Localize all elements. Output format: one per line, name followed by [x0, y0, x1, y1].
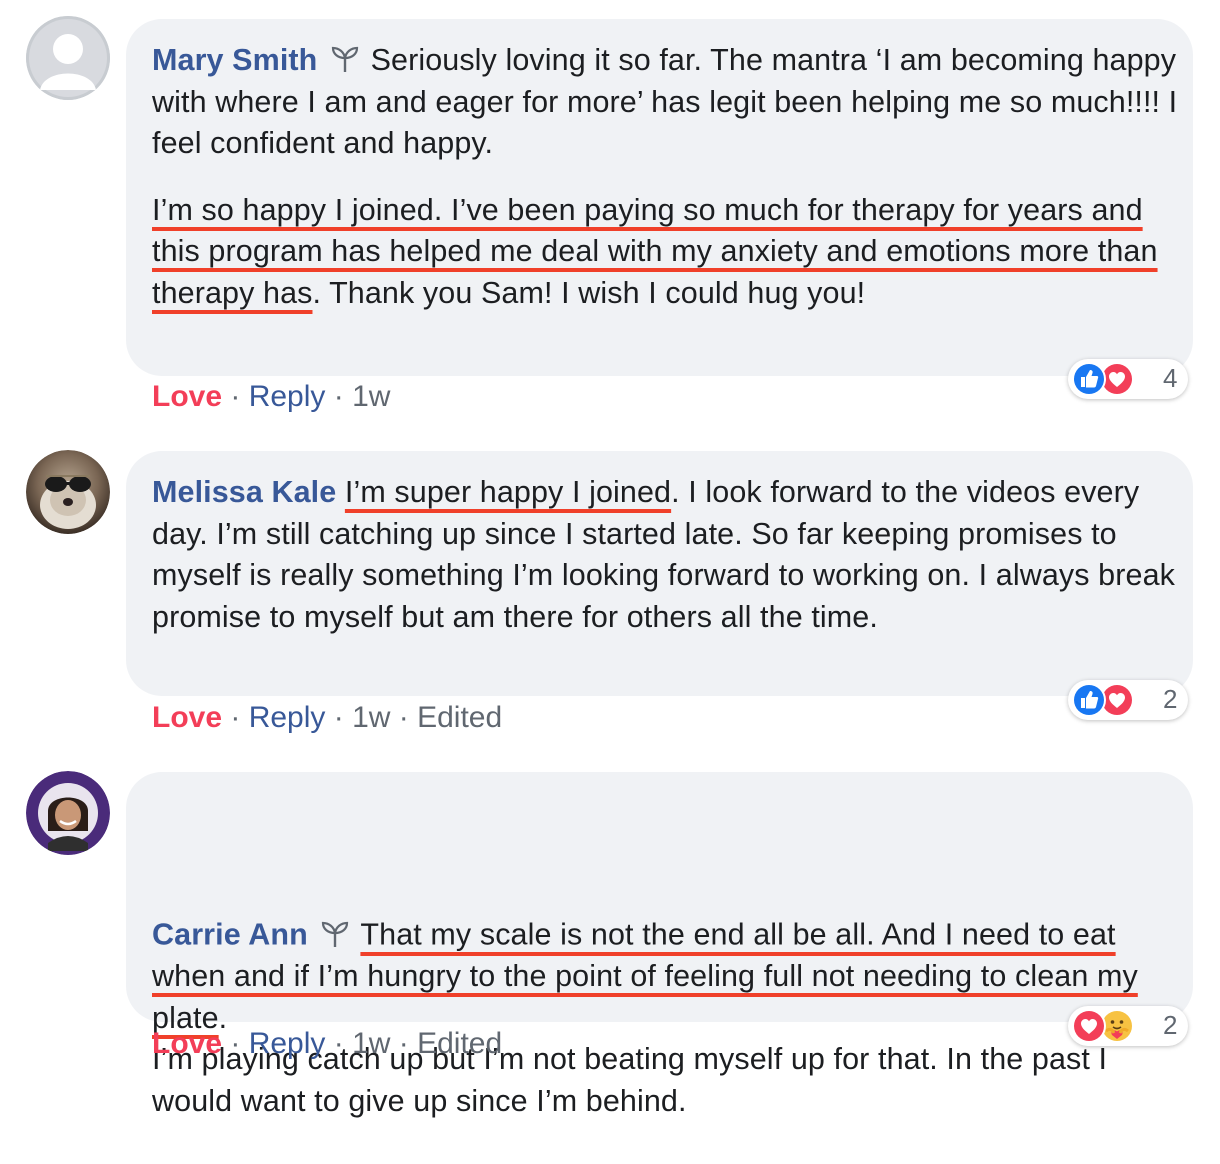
user-photo-avatar	[26, 771, 110, 855]
author-name[interactable]: Carrie Ann	[152, 918, 308, 952]
heart-icon	[1072, 1009, 1106, 1043]
love-button[interactable]: Love	[152, 380, 222, 413]
love-button[interactable]: Love	[152, 701, 222, 734]
reply-button[interactable]: Reply	[249, 701, 326, 734]
author-name[interactable]: Mary Smith	[152, 43, 317, 77]
reaction-count: 2	[1163, 684, 1178, 714]
comment-actions: Love · Reply · 1w · Edited	[152, 1027, 503, 1060]
avatar[interactable]	[26, 771, 110, 855]
comment-actions: Love · Reply · 1w · Edited	[152, 701, 503, 734]
love-button[interactable]: Love	[152, 1027, 222, 1060]
comment-text: Carrie Ann That my scale is not the end …	[152, 793, 1182, 1164]
comment-text: Mary Smith Seriously loving it so far. T…	[152, 40, 1182, 314]
edited-label[interactable]: Edited	[417, 1027, 502, 1060]
timestamp[interactable]: 1w	[352, 380, 390, 413]
avatar[interactable]	[26, 450, 110, 534]
comment-segment: . Thank you Sam! I wish I could hug you!	[312, 275, 866, 310]
reaction-summary[interactable]: 2	[1068, 680, 1188, 720]
highlighted-text: I’m super happy I joined	[344, 475, 672, 509]
comment-text: Melissa Kale I’m super happy I joined. I…	[152, 472, 1182, 638]
reply-button[interactable]: Reply	[249, 1027, 326, 1060]
sprout-icon	[320, 876, 350, 947]
comment-actions: Love · Reply · 1w	[152, 380, 391, 413]
reaction-count: 4	[1163, 363, 1178, 393]
user-photo-avatar	[26, 450, 110, 534]
reaction-summary[interactable]: 2	[1068, 1006, 1188, 1046]
default-avatar-icon	[26, 16, 110, 100]
reaction-count: 2	[1163, 1010, 1178, 1040]
like-icon	[1072, 683, 1106, 717]
sprout-icon	[330, 43, 360, 72]
reaction-summary[interactable]: 4	[1068, 359, 1188, 399]
like-icon	[1072, 362, 1106, 396]
reply-button[interactable]: Reply	[249, 380, 326, 413]
timestamp[interactable]: 1w	[352, 701, 390, 734]
edited-label[interactable]: Edited	[417, 701, 502, 734]
timestamp[interactable]: 1w	[352, 1027, 390, 1060]
author-name[interactable]: Melissa Kale	[152, 475, 336, 509]
avatar[interactable]	[26, 16, 110, 100]
